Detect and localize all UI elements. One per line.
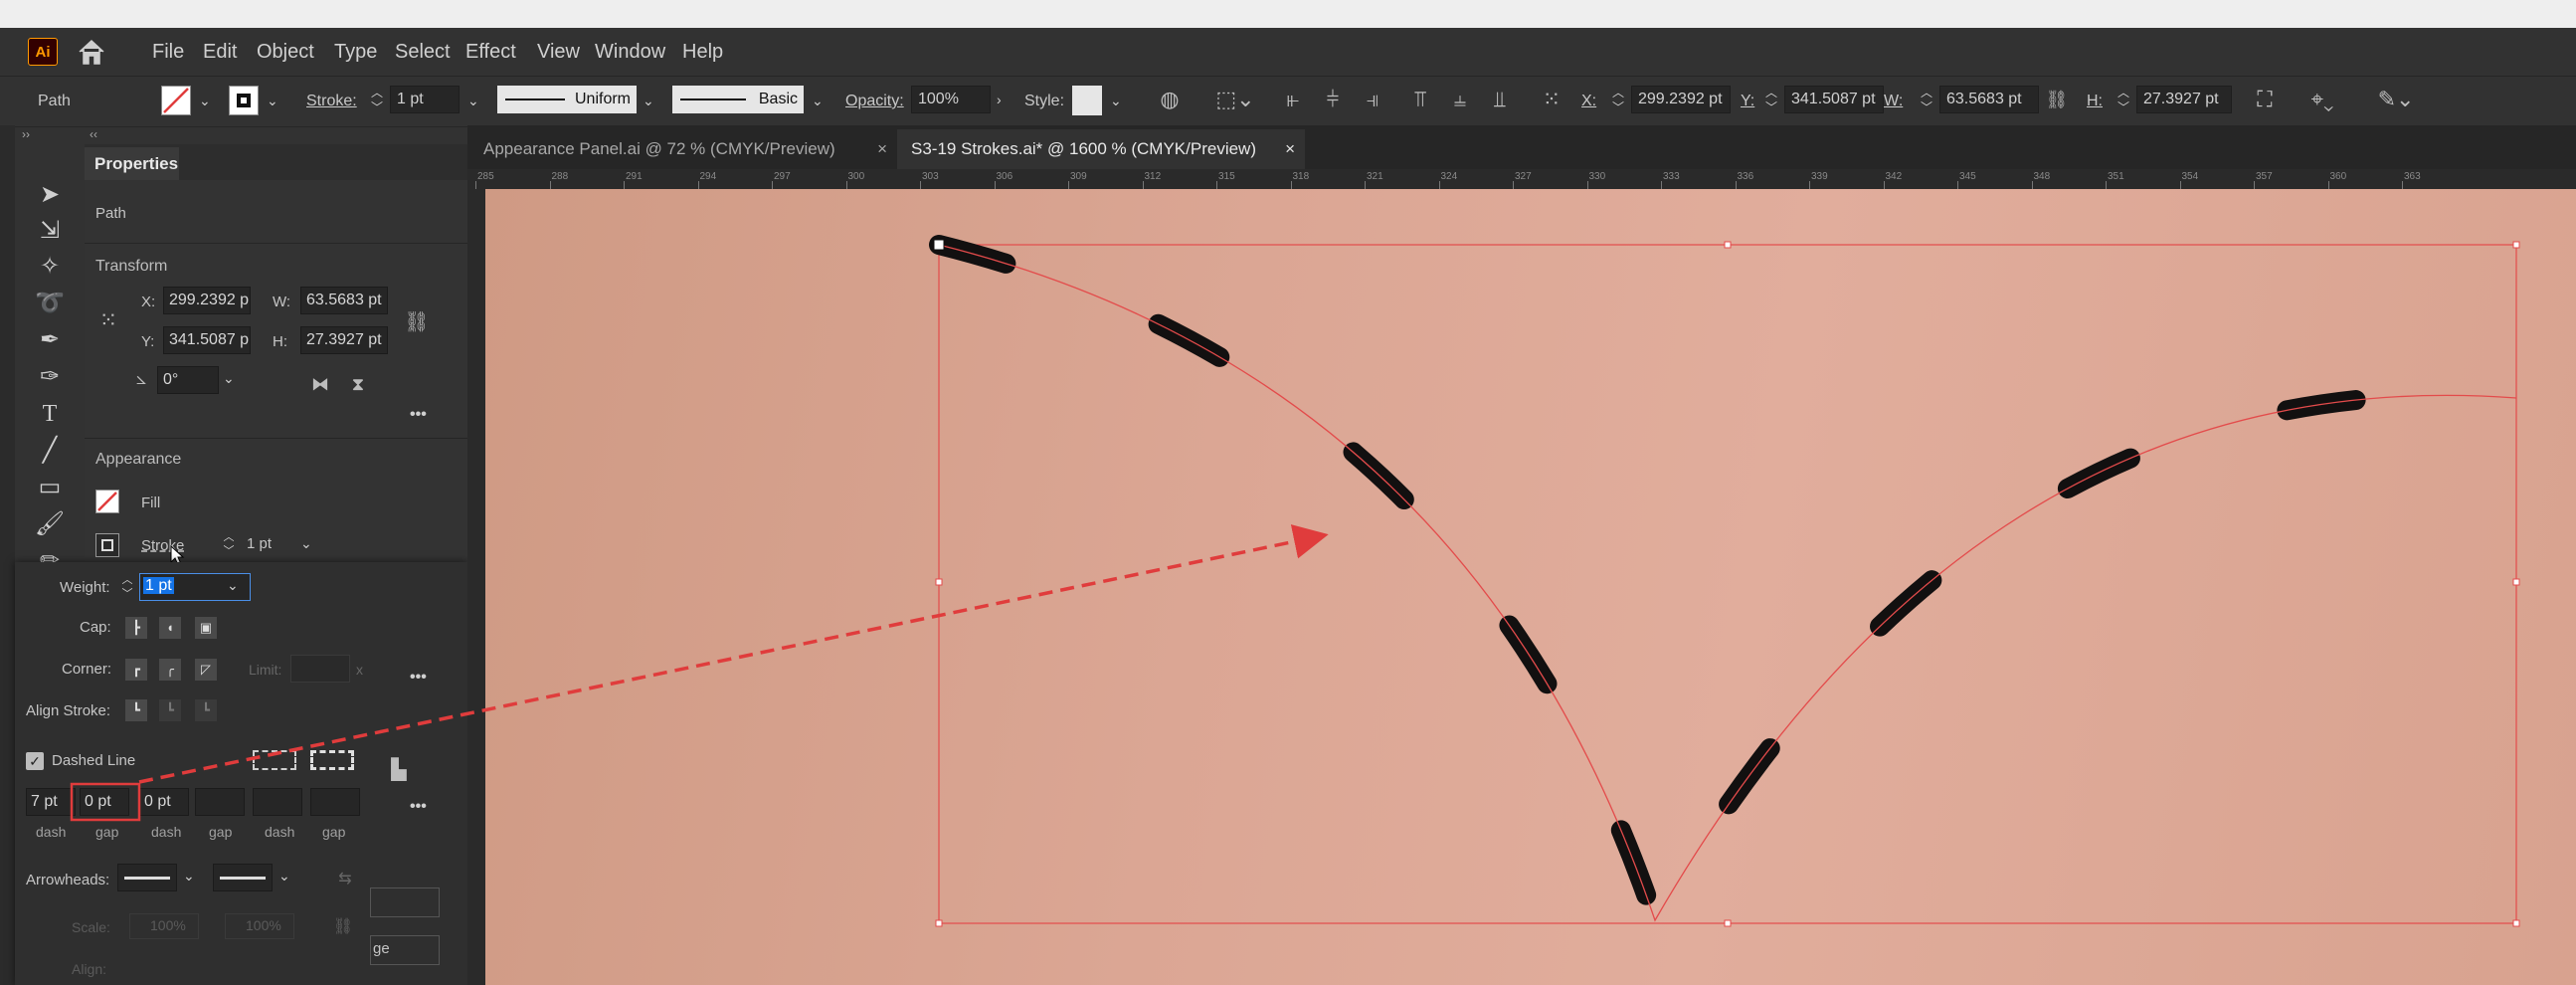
bbox-handle[interactable] [1724,919,1732,927]
bbox-handle[interactable] [1724,241,1732,249]
artwork-overlay [70,235,2526,945]
bbox-handle[interactable] [935,578,943,586]
annotation-arrow [138,524,1329,784]
path-guide [938,244,2517,922]
bbox-handle[interactable] [2512,241,2520,249]
bbox-handle[interactable] [2512,919,2520,927]
anchor-point[interactable] [933,239,945,251]
gap-field-highlight [70,782,141,822]
bbox-handle[interactable] [2512,578,2520,586]
bounding-box [938,244,2517,924]
bbox-handle[interactable] [935,919,943,927]
dashed-stroke-path[interactable] [929,235,2526,945]
